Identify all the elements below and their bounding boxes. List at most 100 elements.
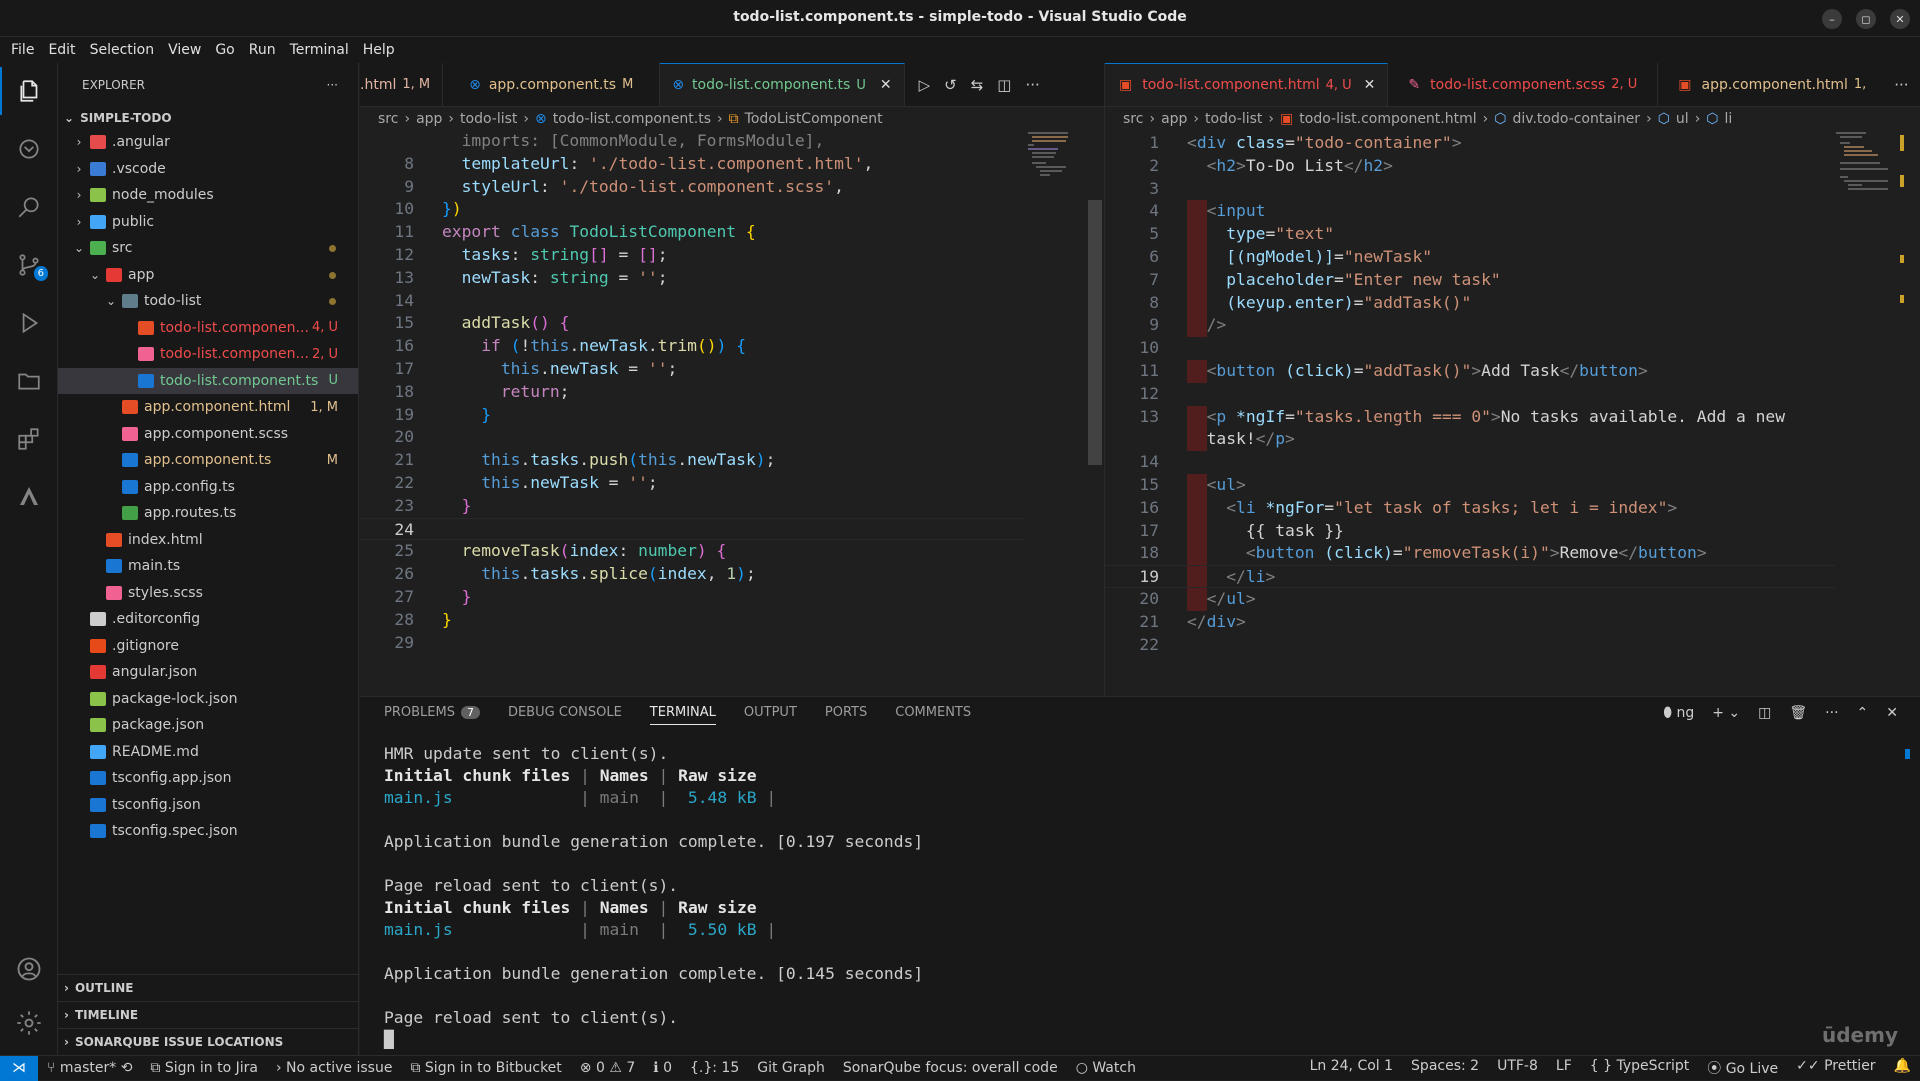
crumb-src[interactable]: src xyxy=(378,111,398,127)
code-line[interactable]: 11 <button (click)="addTask()">Add Task<… xyxy=(1105,359,1835,383)
tab-app-component-html[interactable]: .html 1, M xyxy=(360,63,444,106)
code-line[interactable]: 12 xyxy=(1105,383,1835,406)
menu-selection[interactable]: Selection xyxy=(83,42,162,58)
code-line[interactable]: 17 this.newTask = ''; xyxy=(360,358,1024,381)
workspace-root[interactable]: ⌄ SIMPLE-TODO xyxy=(58,107,358,129)
menu-help[interactable]: Help xyxy=(356,42,402,58)
split-editor-icon[interactable]: ◫ xyxy=(997,76,1011,94)
tab-terminal[interactable]: TERMINAL xyxy=(649,705,716,725)
crumb-todo-list[interactable]: todo-list xyxy=(460,111,517,127)
menu-terminal[interactable]: Terminal xyxy=(283,42,356,58)
selection-info[interactable]: {.}: 15 xyxy=(681,1060,748,1076)
tree-item[interactable]: tsconfig.json xyxy=(58,792,358,819)
code-line[interactable]: 13 newTask: string = ''; xyxy=(360,267,1024,290)
tab-todo-list-component-scss[interactable]: ✎ todo-list.component.scss 2, U xyxy=(1388,63,1659,106)
menu-file[interactable]: File xyxy=(4,42,41,58)
code-line[interactable]: 22 this.newTask = ''; xyxy=(360,472,1024,495)
terminal-shell-selector[interactable]: ⬮ ng xyxy=(1663,705,1694,721)
code-line[interactable]: 17 {{ task }} xyxy=(1105,519,1835,543)
tree-item[interactable]: › .vscode xyxy=(58,156,358,183)
code-line[interactable]: imports: [CommonModule, FormsModule], xyxy=(360,130,1024,153)
prettier[interactable]: ✓✓ Prettier xyxy=(1787,1058,1884,1078)
code-line[interactable]: 12 tasks: string[] = []; xyxy=(360,244,1024,267)
code-line[interactable]: 21 </div> xyxy=(1105,611,1835,634)
search-icon[interactable] xyxy=(0,183,58,231)
tree-item[interactable]: › node_modules xyxy=(58,182,358,209)
ts-code-editor[interactable]: imports: [CommonModule, FormsModule], 8 t… xyxy=(360,130,1024,690)
trash-icon[interactable]: 🗑 xyxy=(1789,705,1807,721)
crumb-div[interactable]: div.todo-container xyxy=(1512,111,1640,127)
file-encoding[interactable]: UTF-8 xyxy=(1488,1058,1547,1078)
active-issue[interactable]: › No active issue xyxy=(267,1060,402,1076)
run-debug-icon[interactable] xyxy=(0,299,58,347)
menu-view[interactable]: View xyxy=(161,42,208,58)
html-code-editor[interactable]: 1 <div class="todo-container"> 2 <h2>To-Do… xyxy=(1105,132,1835,690)
tree-item[interactable]: ⌄ todo-list xyxy=(58,288,358,315)
tree-item[interactable]: app.component.scss xyxy=(58,421,358,448)
tab-todo-list-component-html[interactable]: ▣ todo-list.component.html 4, U ✕ xyxy=(1105,63,1389,106)
jira-signin[interactable]: ⧉ Sign in to Jira xyxy=(141,1060,267,1076)
code-line[interactable]: 25 removeTask(index: number) { xyxy=(360,540,1024,563)
code-line[interactable]: 16 <li *ngFor="let task of tasks; let i … xyxy=(1105,496,1835,520)
code-line[interactable]: 24 xyxy=(360,517,1024,541)
menu-edit[interactable]: Edit xyxy=(41,42,82,58)
tab-todo-list-component-ts[interactable]: ⊗ todo-list.component.ts U ✕ xyxy=(660,63,905,106)
tab-output[interactable]: OUTPUT xyxy=(744,705,797,725)
history-icon[interactable]: ↺ xyxy=(944,76,957,94)
close-panel-icon[interactable]: ✕ xyxy=(1886,705,1898,721)
git-branch[interactable]: ⑂ master* ⟲ xyxy=(38,1060,141,1076)
tree-item[interactable]: package-lock.json xyxy=(58,686,358,713)
explorer-icon[interactable] xyxy=(0,67,58,115)
sonarqube-section[interactable]: › SONARQUBE ISSUE LOCATIONS xyxy=(58,1028,359,1055)
remote-indicator-icon[interactable]: ⋊ xyxy=(0,1055,38,1081)
tab-app-component-html-right[interactable]: ▣ app.component.html 1, xyxy=(1658,63,1886,106)
menu-run[interactable]: Run xyxy=(242,42,283,58)
crumb-todo-list[interactable]: todo-list xyxy=(1205,111,1262,127)
code-line[interactable]: 18 <button (click)="removeTask(i)">Remov… xyxy=(1105,542,1835,566)
tree-item[interactable]: ⌄ src xyxy=(58,235,358,262)
code-line[interactable]: 7 placeholder="Enter new task" xyxy=(1105,268,1835,292)
more-actions-icon[interactable]: ··· xyxy=(1894,76,1908,94)
account-icon[interactable] xyxy=(0,945,58,993)
left-minimap[interactable] xyxy=(1028,130,1088,690)
code-line[interactable]: 10}) xyxy=(360,198,1024,221)
left-scrollbar-thumb[interactable] xyxy=(1088,200,1102,465)
code-line[interactable]: 20 xyxy=(360,426,1024,449)
code-line[interactable]: 27 } xyxy=(360,586,1024,609)
maximize-button[interactable]: ◻ xyxy=(1856,9,1876,29)
code-line[interactable]: 10 xyxy=(1105,337,1835,360)
code-line[interactable]: 16 if (!this.newTask.trim()) { xyxy=(360,335,1024,358)
code-line[interactable]: 6 [(ngModel)]="newTask" xyxy=(1105,245,1835,269)
end-of-line[interactable]: LF xyxy=(1547,1058,1581,1078)
close-window-button[interactable]: ✕ xyxy=(1890,9,1910,29)
tab-app-component-ts[interactable]: ⊗ app.component.ts M xyxy=(443,63,661,106)
bitbucket-signin[interactable]: ⧉ Sign in to Bitbucket xyxy=(401,1060,570,1076)
code-line[interactable]: 13 <p *ngIf="tasks.length === 0">No task… xyxy=(1105,405,1835,429)
split-terminal-icon[interactable]: ◫ xyxy=(1758,705,1771,721)
tree-item[interactable]: main.ts xyxy=(58,553,358,580)
close-tab-icon[interactable]: ✕ xyxy=(1364,77,1376,93)
code-line[interactable]: 5 type="text" xyxy=(1105,223,1835,246)
language-mode[interactable]: { } TypeScript xyxy=(1581,1058,1698,1078)
tree-item[interactable]: › .angular xyxy=(58,129,358,156)
crumb-file[interactable]: todo-list.component.html xyxy=(1299,111,1476,127)
code-line[interactable]: 11 export class TodoListComponent { xyxy=(360,221,1024,244)
more-actions-icon[interactable]: ··· xyxy=(1825,705,1838,721)
tree-item[interactable]: todo-list.component.ts U xyxy=(58,367,358,394)
tab-problems[interactable]: PROBLEMS 7 xyxy=(384,705,480,725)
remote-explorer-icon[interactable] xyxy=(0,125,58,173)
tree-item[interactable]: app.component.html 1, M xyxy=(58,394,358,421)
folder-icon[interactable] xyxy=(0,357,58,405)
tree-item[interactable]: angular.json xyxy=(58,659,358,686)
code-line[interactable]: 15 addTask() { xyxy=(360,312,1024,335)
code-line[interactable]: 21 this.tasks.push(this.newTask); xyxy=(360,449,1024,472)
watch-button[interactable]: ○ Watch xyxy=(1067,1060,1145,1076)
minimize-button[interactable]: – xyxy=(1822,9,1842,29)
angular-icon[interactable] xyxy=(0,473,58,521)
terminal-output[interactable]: HMR update sent to client(s). Initial ch… xyxy=(384,743,923,1051)
code-line[interactable]: 4 <input xyxy=(1105,200,1835,224)
problems-summary[interactable]: ⊗ 0 ⚠ 7 xyxy=(571,1060,645,1076)
code-line[interactable]: 28} xyxy=(360,609,1024,632)
tree-item[interactable]: todo-list.componen... 4, U xyxy=(58,315,358,342)
menu-go[interactable]: Go xyxy=(208,42,241,58)
